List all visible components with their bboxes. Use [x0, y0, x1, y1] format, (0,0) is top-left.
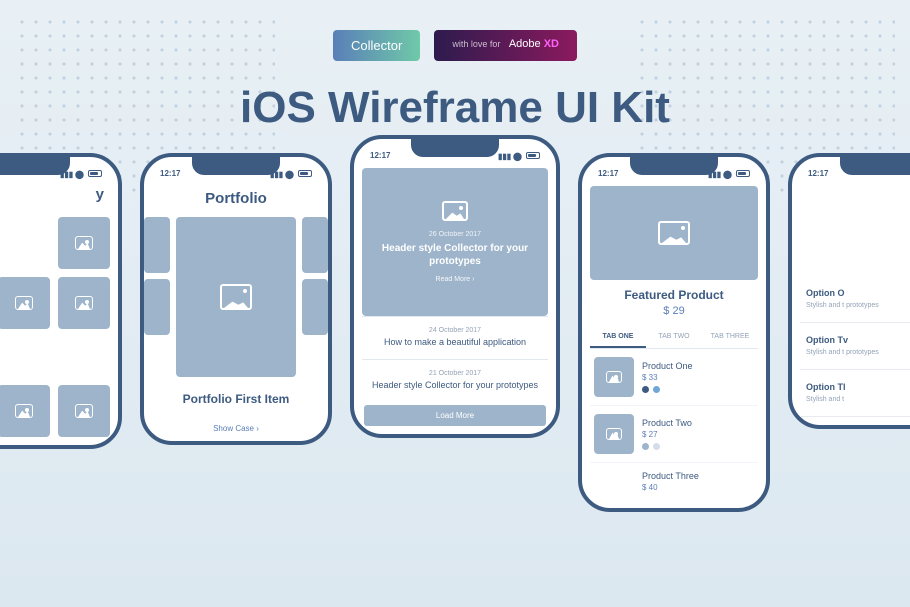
phone-category: 12:17 ▮▮▮⬤ y [0, 153, 122, 449]
status-time: 12:17 [808, 169, 828, 178]
image-icon [606, 428, 622, 440]
product-thumb [594, 357, 634, 397]
category-thumb[interactable] [58, 217, 110, 269]
portfolio-thumb[interactable] [144, 279, 170, 335]
image-icon [75, 404, 93, 418]
option-row[interactable]: Option Tl Stylish and t [800, 370, 910, 417]
product-thumb [594, 414, 634, 454]
hero-date: 26 October 2017 [429, 231, 481, 238]
color-swatch[interactable] [653, 443, 660, 450]
portfolio-title: Portfolio [152, 190, 320, 207]
product-row[interactable]: Product One $ 33 [590, 349, 758, 406]
option-subtitle: Stylish and t prototypes [806, 348, 910, 357]
image-icon [75, 296, 93, 310]
featured-product-image[interactable] [590, 186, 758, 280]
product-row[interactable]: Product Two $ 27 [590, 406, 758, 463]
article-title: How to make a beautiful application [368, 337, 542, 349]
status-time: 12:17 [370, 151, 390, 160]
featured-product-title: Featured Product [590, 288, 758, 302]
tab-three[interactable]: TAB THREE [702, 327, 758, 348]
option-subtitle: Stylish and t [806, 395, 910, 404]
product-price: $ 40 [642, 483, 754, 492]
adobe-main: Adobe [509, 38, 541, 50]
image-icon [658, 221, 690, 245]
hero-title: Header style Collector for your prototyp… [372, 242, 538, 268]
option-title: Option O [806, 288, 910, 298]
option-subtitle: Stylish and t prototypes [806, 301, 910, 310]
category-title-partial: y [0, 186, 110, 203]
phone-options: 12:17 Option O Stylish and t prototypes … [788, 153, 910, 429]
product-name: Product Three [642, 471, 754, 481]
color-swatch[interactable] [653, 386, 660, 393]
article-date: 24 October 2017 [368, 327, 542, 334]
showcase-link[interactable]: Show Case › [152, 424, 320, 433]
image-icon [606, 371, 622, 383]
product-row[interactable]: Product Three $ 40 [590, 463, 758, 500]
status-time: 12:17 [598, 169, 618, 178]
adobe-prefix: with love for [452, 39, 500, 49]
color-swatch[interactable] [642, 443, 649, 450]
featured-product-price: $ 29 [590, 305, 758, 317]
category-thumb[interactable] [58, 277, 110, 329]
status-time: 12:17 [160, 169, 180, 178]
tab-two[interactable]: TAB TWO [646, 327, 702, 348]
phone-portfolio: 12:17 ▮▮▮⬤ Portfolio Portfolio First Ite… [140, 153, 332, 445]
status-icons: ▮▮▮⬤ [498, 152, 540, 160]
adobe-xd: XD [544, 38, 559, 50]
portfolio-item-label: Portfolio First Item [152, 391, 320, 408]
image-icon [15, 404, 33, 418]
collector-badge: Collector [333, 30, 420, 61]
hero-card[interactable]: 26 October 2017 Header style Collector f… [362, 168, 548, 316]
option-row[interactable]: Option Tv Stylish and t prototypes [800, 323, 910, 370]
article-title: Header style Collector for your prototyp… [368, 380, 542, 392]
product-price: $ 27 [642, 430, 754, 439]
article-item[interactable]: 24 October 2017 How to make a beautiful … [362, 316, 548, 359]
category-thumb[interactable] [0, 385, 50, 437]
phone-articles: 12:17 ▮▮▮⬤ 26 October 2017 Header style … [350, 135, 560, 438]
phone-products: 12:17 ▮▮▮⬤ Featured Product $ 29 TAB ONE… [578, 153, 770, 512]
category-thumb[interactable] [0, 277, 50, 329]
portfolio-thumb[interactable] [302, 217, 328, 273]
image-icon [15, 296, 33, 310]
category-thumb[interactable] [58, 385, 110, 437]
option-title: Option Tl [806, 382, 910, 392]
portfolio-thumb[interactable] [144, 217, 170, 273]
portfolio-thumb[interactable] [302, 279, 328, 335]
page-title: iOS Wireframe UI Kit [0, 83, 910, 133]
option-row[interactable]: Option O Stylish and t prototypes [800, 276, 910, 323]
product-price: $ 33 [642, 373, 754, 382]
read-more-link[interactable]: Read More › [436, 276, 475, 283]
load-more-button[interactable]: Load More [364, 405, 546, 426]
image-icon [75, 236, 93, 250]
color-swatch[interactable] [642, 386, 649, 393]
adobe-xd-badge: with love for Adobe XD [434, 30, 577, 61]
tab-one[interactable]: TAB ONE [590, 327, 646, 348]
portfolio-main-image[interactable] [176, 217, 296, 377]
option-title: Option Tv [806, 335, 910, 345]
article-date: 21 October 2017 [368, 370, 542, 377]
image-icon [220, 284, 252, 310]
product-name: Product Two [642, 418, 754, 428]
image-icon [442, 201, 468, 221]
product-name: Product One [642, 361, 754, 371]
article-item[interactable]: 21 October 2017 Header style Collector f… [362, 359, 548, 402]
